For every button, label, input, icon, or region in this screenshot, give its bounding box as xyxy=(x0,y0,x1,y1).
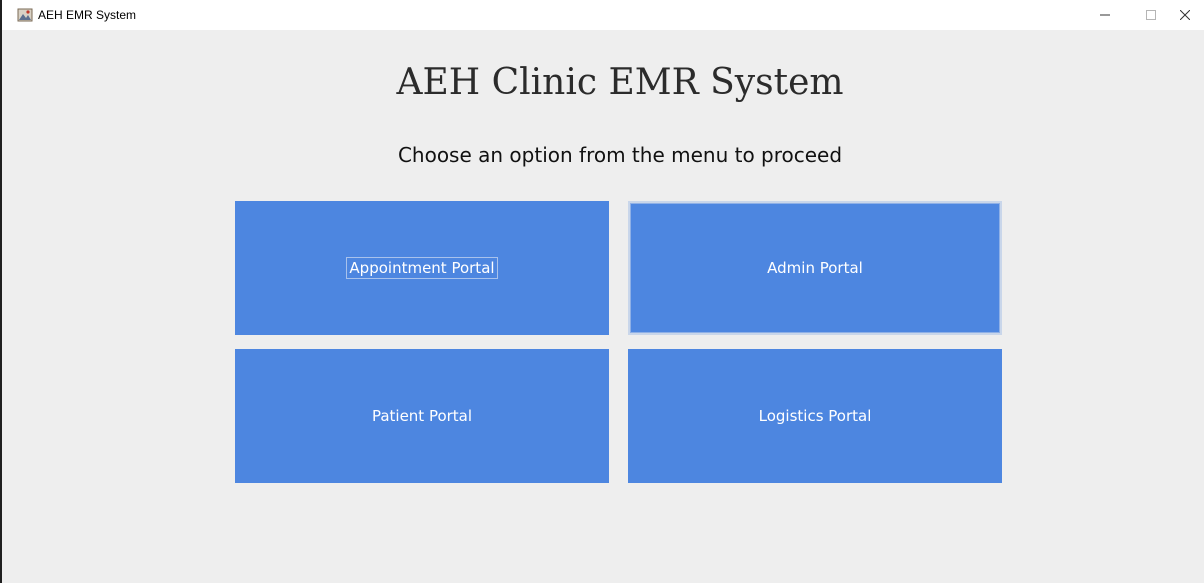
admin-portal-label: Admin Portal xyxy=(767,259,863,277)
java-app-icon xyxy=(17,8,33,22)
appointment-portal-label: Appointment Portal xyxy=(349,259,495,277)
title-bar[interactable]: AEH EMR System xyxy=(2,0,1204,30)
close-button[interactable] xyxy=(1162,0,1204,30)
page-title: AEH Clinic EMR System xyxy=(396,62,844,103)
logistics-portal-button[interactable]: Logistics Portal xyxy=(628,349,1002,483)
window-title: AEH EMR System xyxy=(38,8,137,22)
logistics-portal-label: Logistics Portal xyxy=(758,407,872,425)
maximize-icon xyxy=(1146,10,1156,20)
main-panel: AEH Clinic EMR System Choose an option f… xyxy=(2,30,1204,583)
patient-portal-label: Patient Portal xyxy=(371,407,473,425)
focus-indicator: Appointment Portal xyxy=(346,257,498,279)
minimize-button[interactable] xyxy=(1082,0,1128,30)
patient-portal-button[interactable]: Patient Portal xyxy=(235,349,609,483)
close-icon xyxy=(1180,10,1190,20)
page-subtitle: Choose an option from the menu to procee… xyxy=(397,143,843,167)
app-window: AEH EMR System AEH Clinic EMR System Cho… xyxy=(0,0,1204,583)
appointment-portal-button[interactable]: Appointment Portal xyxy=(235,201,609,335)
minimize-icon xyxy=(1100,14,1110,16)
admin-portal-button[interactable]: Admin Portal xyxy=(628,201,1002,335)
